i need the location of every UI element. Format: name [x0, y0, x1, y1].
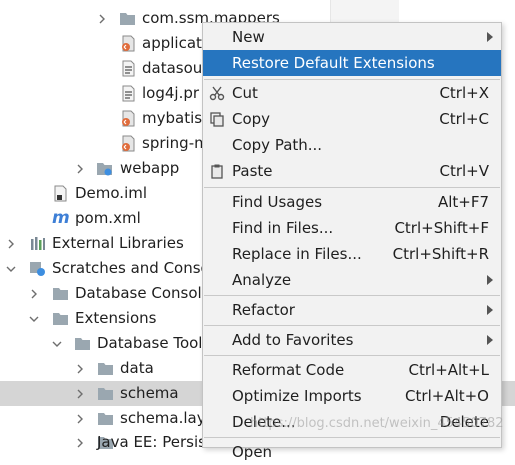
menu-item-label: Find in Files...	[232, 219, 334, 237]
menu-item-shortcut: Ctrl+Shift+F	[394, 219, 489, 237]
menu-item-shortcut: Ctrl+V	[439, 162, 489, 180]
scratches-icon	[29, 260, 46, 277]
menu-item-label: Find Usages	[232, 193, 323, 211]
watermark: https://blog.csdn.net/weixin_45450782	[250, 416, 504, 431]
menu-item-label: Analyze	[232, 271, 292, 289]
tree-label: Database Console	[75, 284, 211, 302]
menu-item-find-usages[interactable]: Find Usages Alt+F7	[203, 189, 501, 215]
clipboard-icon	[209, 163, 225, 179]
menu-separator	[204, 355, 500, 356]
folder-icon	[119, 10, 136, 27]
menu-item-cut[interactable]: Cut Ctrl+X	[203, 80, 501, 106]
tree-label: schema.layo	[120, 409, 215, 427]
menu-item-label: Paste	[232, 162, 273, 180]
chevron-right-icon[interactable]	[28, 281, 40, 306]
menu-item-shortcut: Ctrl+Shift+R	[392, 245, 489, 263]
menu-item-shortcut: Ctrl+Alt+L	[408, 361, 490, 379]
menu-item-paste[interactable]: Paste Ctrl+V	[203, 158, 501, 184]
tree-label: External Libraries	[52, 234, 184, 252]
xml-file-icon	[120, 135, 137, 152]
folder-icon	[52, 310, 69, 327]
menu-item-optimize-imports[interactable]: Optimize Imports Ctrl+Alt+O	[203, 383, 501, 409]
menu-item-new[interactable]: New	[203, 24, 501, 50]
menu-item-copy-path[interactable]: Copy Path...	[203, 132, 501, 158]
menu-item-label: Reformat Code	[232, 361, 345, 379]
tree-label: applicat	[142, 34, 202, 52]
menu-item-restore-default-extensions[interactable]: Restore Default Extensions	[203, 50, 501, 76]
tree-label: data	[120, 359, 154, 377]
menu-item-label: Replace in Files...	[232, 245, 362, 263]
tree-label: pom.xml	[75, 209, 141, 227]
folder-icon	[97, 410, 114, 427]
chevron-right-icon[interactable]	[74, 356, 86, 381]
chevron-right-icon[interactable]	[74, 156, 86, 181]
chevron-down-icon[interactable]	[5, 256, 17, 281]
menu-item-refactor[interactable]: Refactor	[203, 297, 501, 323]
tree-label: Demo.iml	[75, 184, 148, 202]
tree-label: datasou	[142, 59, 203, 77]
menu-item-add-to-favorites[interactable]: Add to Favorites	[203, 327, 501, 353]
menu-item-label: Add to Favorites	[232, 331, 354, 349]
tree-label: Database Tool	[97, 334, 203, 352]
folder-icon	[52, 285, 69, 302]
submenu-arrow-icon	[487, 32, 493, 42]
menu-item-label: Open	[232, 443, 273, 461]
tree-label: mybatis-	[142, 109, 208, 127]
text-file-icon	[120, 85, 137, 102]
menu-item-shortcut: Ctrl+Alt+O	[405, 387, 489, 405]
submenu-arrow-icon	[487, 275, 493, 285]
menu-item-open[interactable]: Open	[203, 439, 501, 465]
submenu-arrow-icon	[487, 305, 493, 315]
chevron-down-icon[interactable]	[28, 306, 40, 331]
chevron-right-icon[interactable]	[74, 406, 86, 431]
menu-item-label: Refactor	[232, 301, 295, 319]
menu-item-label: Cut	[232, 84, 258, 102]
tree-label: log4j.pr	[142, 84, 200, 102]
tree-label: Scratches and Conso	[52, 259, 210, 277]
tree-label: spring-m	[142, 134, 209, 152]
menu-item-copy[interactable]: Copy Ctrl+C	[203, 106, 501, 132]
menu-item-label: Optimize Imports	[232, 387, 362, 405]
tree-label: Extensions	[75, 309, 157, 327]
copy-icon	[209, 111, 225, 127]
tree-label: schema	[120, 384, 179, 402]
iml-file-icon	[52, 185, 69, 202]
chevron-right-icon[interactable]	[5, 231, 17, 256]
chevron-right-icon[interactable]	[96, 6, 108, 31]
tree-label: webapp	[120, 159, 180, 177]
menu-item-label: New	[232, 28, 265, 46]
tree-label: Java EE: Persist	[97, 433, 212, 451]
xml-file-icon	[120, 35, 137, 52]
menu-item-shortcut: Alt+F7	[437, 193, 489, 211]
chevron-down-icon[interactable]	[51, 331, 63, 356]
text-file-icon	[120, 60, 137, 77]
xml-file-icon	[120, 110, 137, 127]
maven-icon: m	[52, 208, 70, 228]
menu-item-label: Restore Default Extensions	[232, 54, 435, 72]
menu-item-shortcut: Ctrl+C	[439, 110, 489, 128]
chevron-right-icon[interactable]	[74, 381, 86, 406]
folder-icon	[97, 360, 114, 377]
menu-separator	[204, 437, 500, 438]
folder-icon	[97, 385, 114, 402]
context-menu: New Restore Default Extensions Cut Ctrl+…	[202, 22, 502, 461]
menu-item-find-in-files[interactable]: Find in Files... Ctrl+Shift+F	[203, 215, 501, 241]
library-icon	[29, 235, 46, 252]
menu-item-reformat-code[interactable]: Reformat Code Ctrl+Alt+L	[203, 357, 501, 383]
chevron-right-icon[interactable]	[74, 430, 86, 455]
menu-item-label: Copy	[232, 110, 271, 128]
menu-item-label: Copy Path...	[232, 136, 323, 154]
scissors-icon	[209, 85, 225, 101]
menu-separator	[204, 325, 500, 326]
submenu-arrow-icon	[487, 335, 493, 345]
web-folder-icon	[96, 160, 113, 177]
menu-item-replace-in-files[interactable]: Replace in Files... Ctrl+Shift+R	[203, 241, 501, 267]
menu-item-analyze[interactable]: Analyze	[203, 267, 501, 293]
menu-separator	[204, 187, 500, 188]
menu-item-shortcut: Ctrl+X	[439, 84, 489, 102]
menu-separator	[204, 295, 500, 296]
folder-icon	[74, 335, 91, 352]
